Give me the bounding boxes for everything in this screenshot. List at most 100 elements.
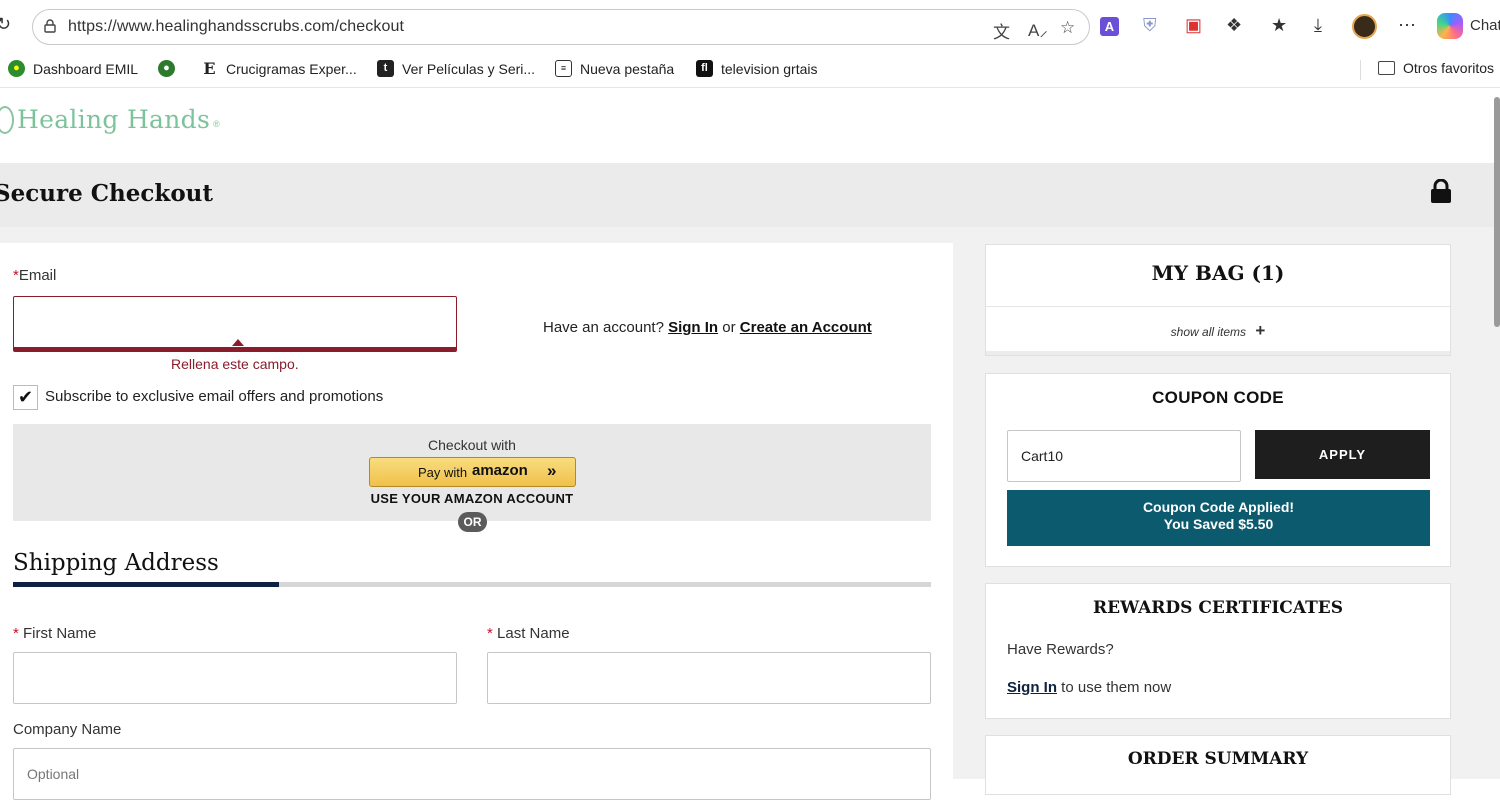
logo-text: Healing Hands [17, 105, 211, 134]
rewards-suffix: to use them now [1061, 679, 1172, 696]
coupon-applied-line2: You Saved $5.50 [1163, 516, 1274, 532]
address-bar[interactable]: https://www.healinghandsscrubs.com/check… [32, 9, 1090, 45]
tv-icon: fl [696, 60, 713, 77]
bookmark-item[interactable]: E Crucigramas Exper... [201, 59, 357, 78]
checkout-page: Healing Hands ® Secure Checkout *Email R… [0, 89, 1500, 800]
company-name-input[interactable]: Optional [13, 748, 931, 800]
copilot-icon[interactable] [1437, 13, 1463, 39]
checkout-form: *Email Rellena este campo. Have an accou… [0, 243, 953, 800]
or-badge: OR [458, 512, 487, 532]
shipping-address-title: Shipping Address [13, 550, 219, 576]
logo-registered-mark: ® [213, 118, 220, 129]
page-scrollbar[interactable] [1494, 97, 1500, 327]
bookmark-item[interactable]: ● Dashboard EMIL [8, 60, 138, 77]
or-text: or [722, 319, 736, 336]
logo-strip: Healing Hands ® [0, 89, 1500, 163]
have-rewards-text: Have Rewards? [1007, 641, 1114, 658]
show-all-items-text: show all items [1170, 325, 1247, 339]
coupon-code-value: Cart10 [1021, 448, 1064, 464]
shipping-progress-rule [13, 582, 931, 587]
card-bottom-bar [986, 351, 1450, 355]
dashboard-icon: ● [8, 60, 25, 77]
tumblr-icon: t [377, 60, 394, 77]
bookmark-item[interactable]: fl television grtais [696, 60, 818, 77]
coupon-code-input[interactable]: Cart10 [1007, 430, 1241, 482]
order-summary-title: ORDER SUMMARY [1127, 749, 1309, 769]
first-name-label: * First Name [13, 625, 96, 642]
reload-icon[interactable]: ↻ [0, 14, 16, 34]
rewards-sign-in-link[interactable]: Sign In [1007, 679, 1057, 696]
have-account-text: Have an account? [543, 319, 664, 336]
bookmark-item[interactable]: ● [158, 60, 175, 77]
shipping-progress-fill [13, 582, 279, 587]
other-favorites[interactable]: Otros favoritos [1378, 60, 1494, 76]
pay-with-text: Pay with [418, 465, 468, 480]
create-account-link[interactable]: Create an Account [740, 319, 872, 336]
my-bag-title: MY BAG (1) [1151, 261, 1285, 285]
bookmark-label: Dashboard EMIL [33, 60, 139, 77]
coupon-code-title: COUPON CODE [1152, 388, 1284, 407]
leaf-logo-icon [0, 105, 14, 134]
calendar-extension-icon[interactable]: ▣ [1185, 15, 1202, 36]
show-all-items-toggle[interactable]: show all items + [986, 321, 1450, 341]
company-name-label: Company Name [13, 721, 122, 738]
bookmark-label: Nueva pestaña [580, 60, 675, 77]
subscribe-label: Subscribe to exclusive email offers and … [45, 388, 384, 405]
bookmark-item[interactable]: t Ver Películas y Seri... [377, 60, 535, 77]
sign-in-link[interactable]: Sign In [668, 319, 718, 336]
order-summary-card: ORDER SUMMARY [985, 735, 1451, 795]
apply-coupon-button[interactable]: APPLY [1255, 430, 1430, 479]
other-favorites-label: Otros favoritos [1403, 60, 1495, 76]
coupon-applied-banner: Coupon Code Applied! You Saved $5.50 [1007, 490, 1430, 546]
amazon-wordmark: amazon [472, 462, 528, 479]
checkout-with-text: Checkout with [428, 437, 516, 453]
first-name-input[interactable] [13, 652, 457, 704]
last-name-label: * Last Name [487, 625, 570, 642]
pay-with-amazon-button[interactable]: Pay with amazon » [369, 457, 576, 487]
validation-caret-icon [232, 339, 244, 346]
new-tab-icon: ≡ [555, 60, 572, 77]
required-mark: * [13, 625, 19, 642]
bookmarks-divider [1360, 60, 1361, 80]
first-name-label-text: First Name [23, 625, 97, 642]
rewards-card: REWARDS CERTIFICATES Have Rewards? Sign … [985, 583, 1451, 719]
coupon-applied-line1: Coupon Code Applied! [1142, 499, 1295, 515]
bookmark-label: television grtais [721, 60, 818, 77]
required-mark: * [487, 625, 493, 642]
double-chevron-icon: » [547, 461, 557, 480]
favorites-icon[interactable]: ★ [1271, 15, 1287, 36]
translate-icon[interactable]: ⽂ [993, 18, 1010, 43]
my-bag-card: MY BAG (1) show all items + [985, 244, 1451, 356]
shield-extension-icon[interactable]: ⛨ [1143, 15, 1157, 36]
chat-label[interactable]: Chat [1470, 17, 1500, 34]
divider [986, 306, 1450, 307]
folder-icon [1378, 61, 1395, 75]
favorite-star-icon[interactable]: ☆ [1060, 18, 1075, 38]
bookmarks-bar: ● Dashboard EMIL ● E Crucigramas Exper..… [0, 54, 1500, 88]
browser-toolbar: ↻ https://www.healinghandsscrubs.com/che… [0, 0, 1500, 54]
bookmark-label: Ver Películas y Seri... [402, 60, 536, 77]
more-menu-icon[interactable]: ⋯ [1398, 15, 1416, 36]
secure-lock-icon [1431, 179, 1451, 203]
extension-a-icon[interactable]: A [1100, 17, 1119, 36]
read-aloud-icon[interactable]: A⸝ [1028, 18, 1048, 41]
email-label: *Email [13, 267, 56, 284]
soccer-ball-icon: ● [158, 60, 175, 77]
site-logo[interactable]: Healing Hands ® [0, 105, 220, 134]
page-title: Secure Checkout [0, 180, 214, 207]
rewards-sign-in-line: Sign In to use them now [1007, 679, 1171, 696]
rewards-title: REWARDS CERTIFICATES [1093, 598, 1343, 618]
extensions-icon[interactable]: ❖ [1226, 15, 1242, 36]
lock-icon [44, 19, 56, 33]
bookmark-item[interactable]: ≡ Nueva pestaña [555, 60, 674, 77]
subscribe-checkbox[interactable]: ✔ [13, 385, 38, 410]
use-amazon-account-text: USE YOUR AMAZON ACCOUNT [370, 491, 574, 506]
profile-avatar[interactable] [1352, 14, 1377, 39]
bookmark-label: Crucigramas Exper... [226, 60, 357, 77]
download-icon[interactable]: ⤓ [1314, 15, 1322, 36]
account-prompt: Have an account? Sign In or Create an Ac… [543, 319, 872, 336]
plus-icon: + [1255, 321, 1266, 340]
url-text[interactable]: https://www.healinghandsscrubs.com/check… [68, 18, 404, 36]
last-name-input[interactable] [487, 652, 931, 704]
crosswords-icon: E [203, 59, 216, 78]
